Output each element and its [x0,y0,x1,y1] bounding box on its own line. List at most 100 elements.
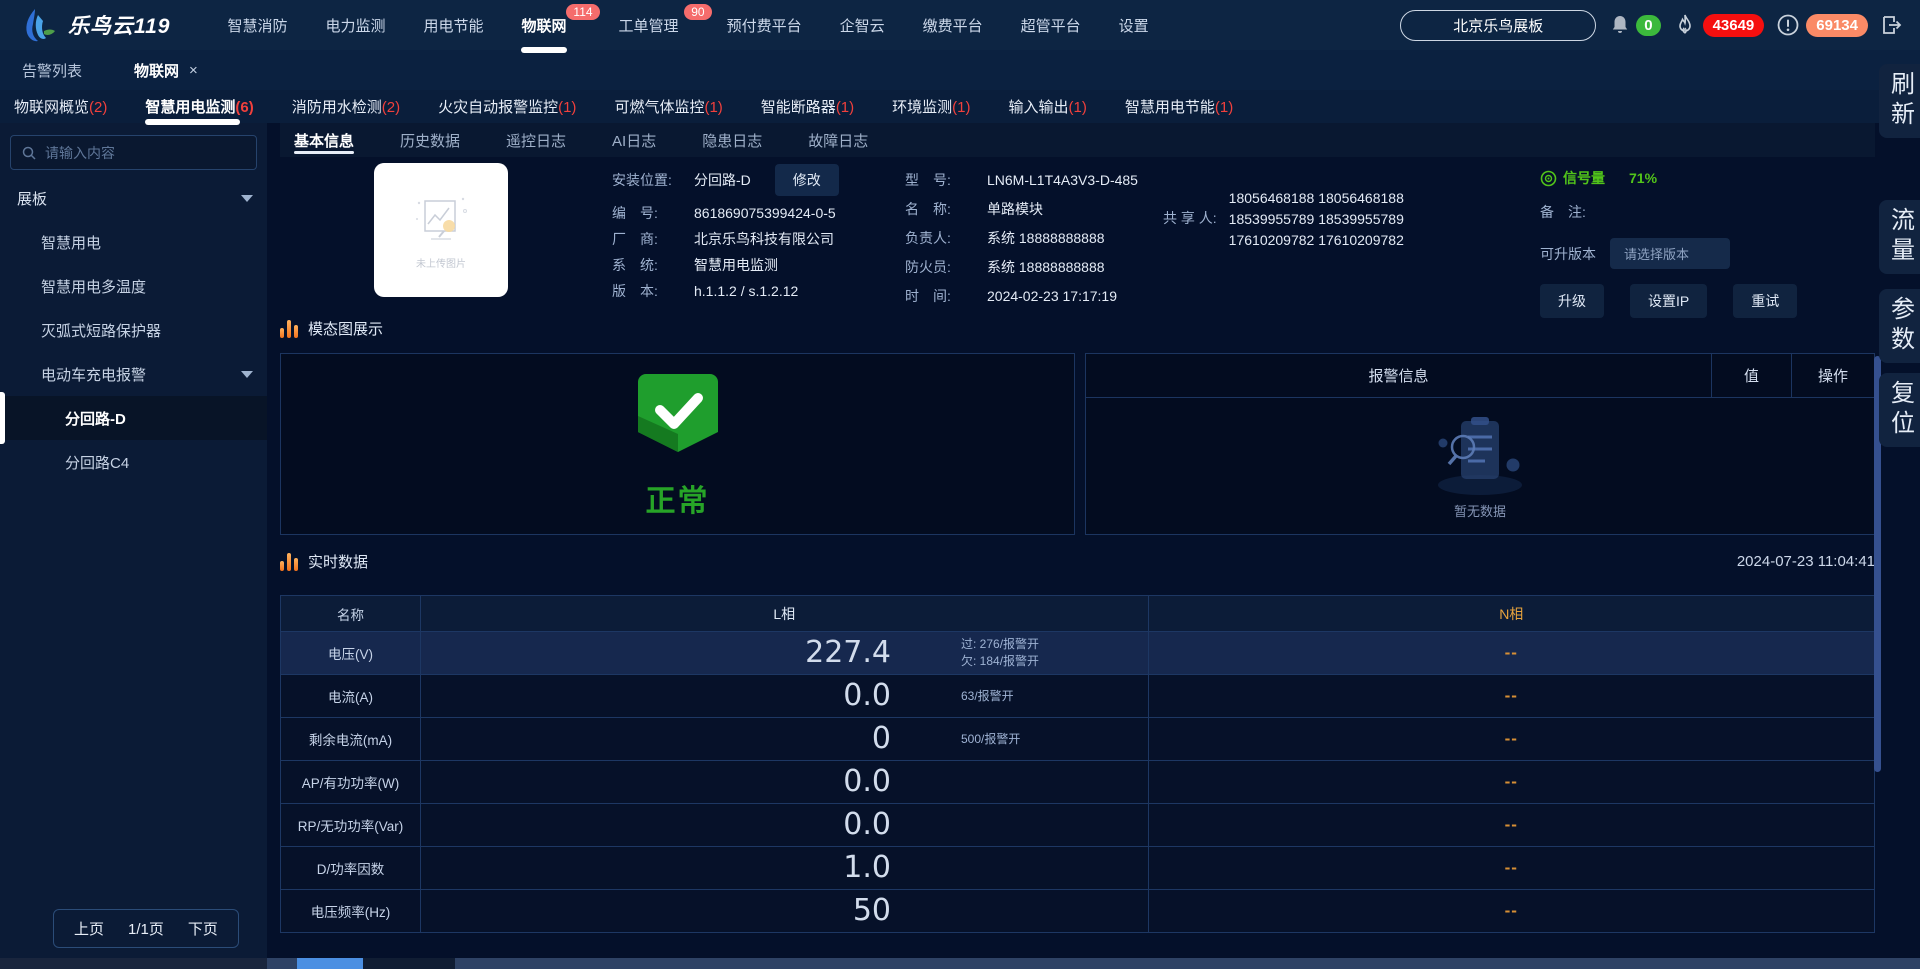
device-info-col-right: 信号量 71% 备 注: 可升版本 请选择版本 升级 设置IP 重试 [1540,168,1870,318]
tree-item-circuit-c4[interactable]: 分回路C4 [0,440,267,484]
warning-icon[interactable] [1776,13,1800,37]
vendor-label: 厂 商: [612,231,694,248]
table-row[interactable]: AP/有功功率(W) 0.0 -- [281,761,1874,804]
l-phase-value: 0.0 [421,810,891,840]
share-people-block: 共 享 人: 18056468188 18056468188 185399557… [1163,188,1404,251]
cat-tab-breaker[interactable]: 智能断路器(1) [761,96,854,117]
nav-item-work-order[interactable]: 工单管理90 [600,0,698,50]
nav-item-power-monitor[interactable]: 电力监测 [307,0,405,50]
parameters-button[interactable]: 参数 [1879,289,1920,363]
tree-item-ev-charging[interactable]: 电动车充电报警 [0,352,267,396]
cat-tab-fire-auto-alarm[interactable]: 火灾自动报警监控(1) [438,96,576,117]
main-nav: 智慧消防 电力监测 用电节能 物联网114 工单管理90 预付费平台 企智云 缴… [208,0,1167,50]
reset-button[interactable]: 复位 [1879,373,1920,447]
tree-item-smart-electric[interactable]: 智慧用电 [0,220,267,264]
cat-tab-gas[interactable]: 可燃气体监控(1) [614,96,722,117]
table-row[interactable]: 电压频率(Hz) 50 -- [281,890,1874,933]
l-phase-value: 1.0 [421,853,891,883]
device-tree-sidebar: 展板 智慧用电 智慧用电多温度 灭弧式短路保护器 电动车充电报警 分回路-D 分… [0,123,267,958]
tab-history-data[interactable]: 历史数据 [400,123,460,157]
cat-tab-io[interactable]: 输入输出(1) [1009,96,1087,117]
tab-iot[interactable]: 物联网 × [134,60,198,81]
sidebar-search[interactable] [10,135,257,170]
l-phase-value: 0.0 [421,681,891,711]
tree-item-arc-protector[interactable]: 灭弧式短路保护器 [0,308,267,352]
upgradable-version-label: 可升版本 [1540,244,1596,264]
table-row[interactable]: 电流(A) 0.0 63/报警开 -- [281,675,1874,718]
table-row[interactable]: D/功率因数 1.0 -- [281,847,1874,890]
cat-tab-iot-overview[interactable]: 物联网概览(2) [14,96,107,117]
tree-item-multi-temp[interactable]: 智慧用电多温度 [0,264,267,308]
close-tab-icon[interactable]: × [189,62,198,79]
modify-button[interactable]: 修改 [775,164,839,196]
n-phase-value: -- [1505,901,1518,921]
system-value: 智慧用电监测 [694,257,778,274]
l-phase-value: 50 [421,896,891,926]
search-input[interactable] [45,145,246,161]
upgrade-button[interactable]: 升级 [1540,284,1604,318]
threshold-note: 欠: 184/报警开 [961,653,1039,670]
col-header-name: 名称 [281,596,421,631]
owner-label: 负责人: [905,230,987,247]
table-row[interactable]: 剩余电流(mA) 0 500/报警开 -- [281,718,1874,761]
signal-label: 信号量 [1563,168,1605,188]
share-line: 18056468188 18056468188 [1229,188,1404,209]
nav-item-energy-saving[interactable]: 用电节能 [405,0,503,50]
nav-item-prepaid[interactable]: 预付费平台 [708,0,821,50]
traffic-button[interactable]: 流量 [1879,200,1920,274]
realtime-section-header: 实时数据 2024-07-23 11:04:41 [280,551,1875,572]
set-ip-button[interactable]: 设置IP [1630,284,1707,318]
table-row[interactable]: RP/无功功率(Var) 0.0 -- [281,804,1874,847]
top-bar: 乐鸟云119 智慧消防 电力监测 用电节能 物联网114 工单管理90 预付费平… [0,0,1920,50]
share-line: 18539955789 18539955789 [1229,209,1404,230]
prev-page-button[interactable]: 上页 [74,918,104,939]
version-select[interactable]: 请选择版本 [1610,238,1730,269]
l-phase-value: 227.4 [421,638,891,668]
category-tabs: 物联网概览(2) 智慧用电监测(6) 消防用水检测(2) 火灾自动报警监控(1)… [0,90,1920,123]
flame-icon[interactable] [1673,13,1697,37]
tab-remote-log[interactable]: 遥控日志 [506,123,566,157]
system-label: 系 统: [612,257,694,274]
cat-tab-energy-saving[interactable]: 智慧用电节能(1) [1125,96,1233,117]
fire-alarm-count-badge: 43649 [1703,14,1765,37]
nav-item-iot[interactable]: 物联网114 [503,0,586,50]
tree-root-board[interactable]: 展板 [0,176,267,220]
nav-item-payment[interactable]: 缴费平台 [904,0,1002,50]
alarm-info-panel: 报警信息 值 操作 暂无数据 [1085,353,1875,535]
chevron-down-icon [241,371,253,378]
share-label: 共 享 人: [1163,188,1217,251]
brand-logo-icon [18,5,58,45]
device-photo-upload[interactable]: 未上传图片 [374,163,508,297]
cat-tab-smart-electric[interactable]: 智慧用电监测(6) [145,96,253,117]
table-row[interactable]: 电压(V) 227.4 过: 276/报警开欠: 184/报警开 -- [281,632,1874,675]
tab-fault-log[interactable]: 故障日志 [808,123,868,157]
cat-tab-environment[interactable]: 环境监测(1) [892,96,970,117]
bell-icon[interactable] [1608,13,1632,37]
retry-button[interactable]: 重试 [1733,284,1797,318]
threshold-note: 500/报警开 [961,731,1020,748]
cat-tab-fire-water[interactable]: 消防用水检测(2) [292,96,400,117]
nav-item-smart-fire[interactable]: 智慧消防 [208,0,306,50]
tree-item-circuit-d[interactable]: 分回路-D [0,396,267,440]
owner-value: 系统 18888888888 [987,230,1105,247]
model-value: LN6M-L1T4A3V3-D-485 [987,172,1138,189]
next-page-button[interactable]: 下页 [188,918,218,939]
logout-icon[interactable] [1880,13,1904,37]
modal-section-header: 模态图展示 [280,318,383,339]
board-selector[interactable]: 北京乐鸟展板 [1400,10,1596,41]
tab-hazard-log[interactable]: 隐患日志 [702,123,762,157]
nav-item-qizhiyun[interactable]: 企智云 [821,0,904,50]
n-phase-value: -- [1505,686,1518,706]
tab-basic-info[interactable]: 基本信息 [294,123,354,157]
alarm-action-header: 操作 [1792,354,1874,397]
refresh-button[interactable]: 刷新 [1879,64,1920,138]
horizontal-scrollbar-thumb[interactable] [297,958,363,969]
tab-alarm-list[interactable]: 告警列表 [22,60,82,81]
horizontal-scrollbar[interactable] [0,958,1920,969]
tab-ai-log[interactable]: AI日志 [612,123,656,157]
nav-item-settings[interactable]: 设置 [1100,0,1168,50]
nav-item-superadmin[interactable]: 超管平台 [1002,0,1100,50]
sidebar-pagination: 上页 1/1页 下页 [53,909,239,948]
device-info-col-left: 安装位置: 分回路-D 修改 编 号:861869075399424-0-5 厂… [612,164,839,300]
name-label: 名 称: [905,201,987,218]
